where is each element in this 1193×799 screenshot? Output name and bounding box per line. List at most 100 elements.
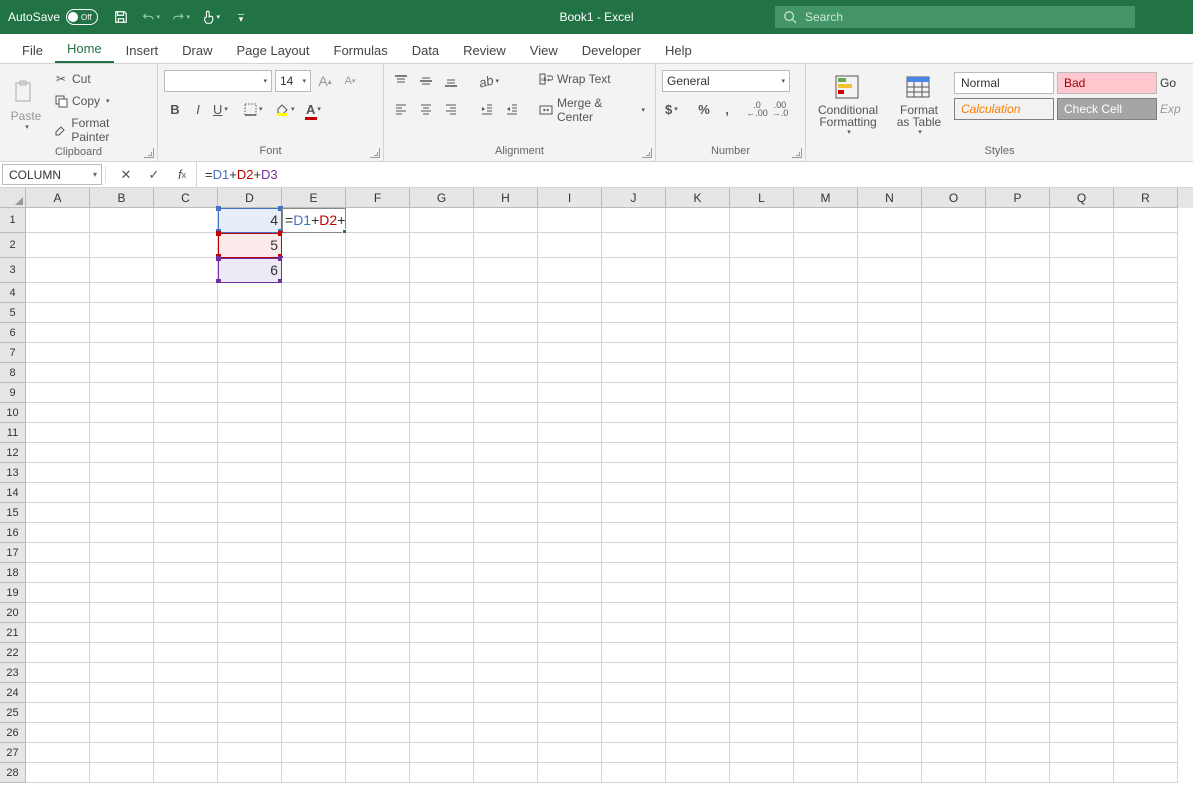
cell-Q22[interactable] — [1050, 643, 1114, 663]
cell-B27[interactable] — [90, 743, 154, 763]
cell-R15[interactable] — [1114, 503, 1178, 523]
cell-B11[interactable] — [90, 423, 154, 443]
cell-K2[interactable] — [666, 233, 730, 258]
cell-G7[interactable] — [410, 343, 474, 363]
cell-O7[interactable] — [922, 343, 986, 363]
cell-L17[interactable] — [730, 543, 794, 563]
cell-J9[interactable] — [602, 383, 666, 403]
enter-formula-button[interactable]: ✓ — [140, 167, 168, 183]
cell-L16[interactable] — [730, 523, 794, 543]
cell-D20[interactable] — [218, 603, 282, 623]
row-header-11[interactable]: 11 — [0, 423, 26, 443]
cell-G28[interactable] — [410, 763, 474, 783]
row-header-23[interactable]: 23 — [0, 663, 26, 683]
cell-L13[interactable] — [730, 463, 794, 483]
cell-G18[interactable] — [410, 563, 474, 583]
column-header-H[interactable]: H — [474, 188, 538, 208]
cell-B23[interactable] — [90, 663, 154, 683]
name-box[interactable]: COLUMN ▾ — [2, 164, 102, 185]
cell-R24[interactable] — [1114, 683, 1178, 703]
cell-R12[interactable] — [1114, 443, 1178, 463]
cell-P9[interactable] — [986, 383, 1050, 403]
cell-P17[interactable] — [986, 543, 1050, 563]
cell-R18[interactable] — [1114, 563, 1178, 583]
increase-indent-button[interactable] — [501, 98, 523, 120]
cell-E5[interactable] — [282, 303, 346, 323]
cell-M22[interactable] — [794, 643, 858, 663]
cell-I19[interactable] — [538, 583, 602, 603]
cell-D21[interactable] — [218, 623, 282, 643]
tab-review[interactable]: Review — [451, 37, 518, 63]
cell-B5[interactable] — [90, 303, 154, 323]
cell-B22[interactable] — [90, 643, 154, 663]
cell-B24[interactable] — [90, 683, 154, 703]
column-header-G[interactable]: G — [410, 188, 474, 208]
cell-L19[interactable] — [730, 583, 794, 603]
cell-H21[interactable] — [474, 623, 538, 643]
cell-F11[interactable] — [346, 423, 410, 443]
cell-style-calculation[interactable]: Calculation — [954, 98, 1054, 120]
cell-A22[interactable] — [26, 643, 90, 663]
row-header-14[interactable]: 14 — [0, 483, 26, 503]
column-header-Q[interactable]: Q — [1050, 188, 1114, 208]
cell-F25[interactable] — [346, 703, 410, 723]
cell-C13[interactable] — [154, 463, 218, 483]
cell-K14[interactable] — [666, 483, 730, 503]
cell-F24[interactable] — [346, 683, 410, 703]
cell-K12[interactable] — [666, 443, 730, 463]
cell-F20[interactable] — [346, 603, 410, 623]
cell-H8[interactable] — [474, 363, 538, 383]
cell-R13[interactable] — [1114, 463, 1178, 483]
accounting-format-button[interactable]: $▾ — [662, 98, 692, 120]
cell-style-normal[interactable]: Normal — [954, 72, 1054, 94]
cell-A26[interactable] — [26, 723, 90, 743]
cell-N18[interactable] — [858, 563, 922, 583]
cell-O14[interactable] — [922, 483, 986, 503]
column-header-O[interactable]: O — [922, 188, 986, 208]
cell-E27[interactable] — [282, 743, 346, 763]
cell-D3[interactable]: 6 — [218, 258, 282, 283]
cell-G4[interactable] — [410, 283, 474, 303]
cell-R7[interactable] — [1114, 343, 1178, 363]
cell-B3[interactable] — [90, 258, 154, 283]
cell-H2[interactable] — [474, 233, 538, 258]
cell-K10[interactable] — [666, 403, 730, 423]
cell-D5[interactable] — [218, 303, 282, 323]
cell-F9[interactable] — [346, 383, 410, 403]
cell-A10[interactable] — [26, 403, 90, 423]
tab-page-layout[interactable]: Page Layout — [225, 37, 322, 63]
cell-M3[interactable] — [794, 258, 858, 283]
cell-K1[interactable] — [666, 208, 730, 233]
percent-button[interactable]: % — [693, 98, 715, 120]
cell-R6[interactable] — [1114, 323, 1178, 343]
cell-I14[interactable] — [538, 483, 602, 503]
row-header-21[interactable]: 21 — [0, 623, 26, 643]
cell-H9[interactable] — [474, 383, 538, 403]
cell-F4[interactable] — [346, 283, 410, 303]
cell-F15[interactable] — [346, 503, 410, 523]
cell-C2[interactable] — [154, 233, 218, 258]
font-color-button[interactable]: A▾ — [303, 98, 333, 120]
cell-J7[interactable] — [602, 343, 666, 363]
row-header-19[interactable]: 19 — [0, 583, 26, 603]
cell-R23[interactable] — [1114, 663, 1178, 683]
cell-C10[interactable] — [154, 403, 218, 423]
cell-B15[interactable] — [90, 503, 154, 523]
cell-J6[interactable] — [602, 323, 666, 343]
cell-M23[interactable] — [794, 663, 858, 683]
cell-O28[interactable] — [922, 763, 986, 783]
cell-G24[interactable] — [410, 683, 474, 703]
cell-L6[interactable] — [730, 323, 794, 343]
cell-R11[interactable] — [1114, 423, 1178, 443]
cell-G21[interactable] — [410, 623, 474, 643]
cell-C8[interactable] — [154, 363, 218, 383]
cell-A16[interactable] — [26, 523, 90, 543]
number-dialog-launcher[interactable] — [792, 148, 802, 158]
cell-C9[interactable] — [154, 383, 218, 403]
cell-M9[interactable] — [794, 383, 858, 403]
row-header-12[interactable]: 12 — [0, 443, 26, 463]
cell-I26[interactable] — [538, 723, 602, 743]
cell-R8[interactable] — [1114, 363, 1178, 383]
cell-A11[interactable] — [26, 423, 90, 443]
cell-E7[interactable] — [282, 343, 346, 363]
